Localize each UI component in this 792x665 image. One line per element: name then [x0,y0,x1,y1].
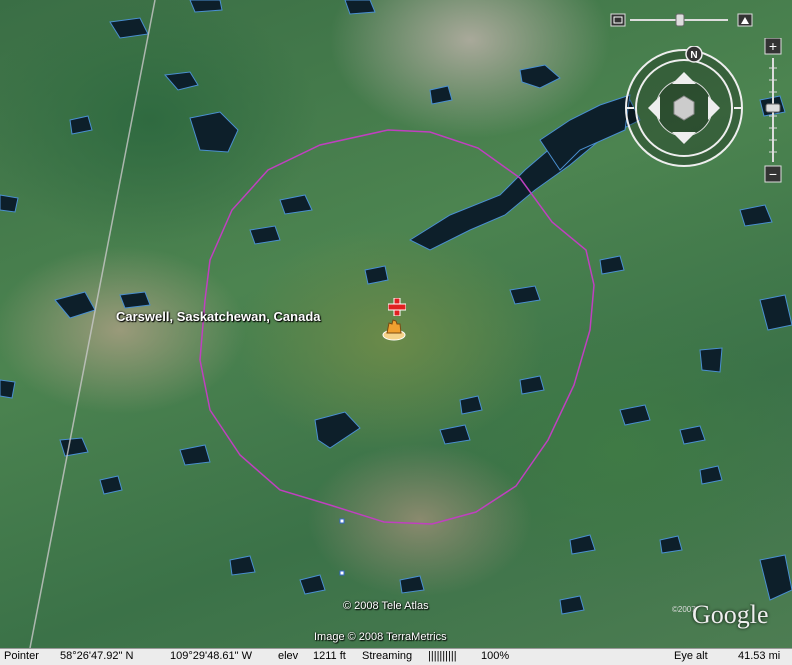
eye-alt-readout: 41.53 mi [738,650,781,662]
status-bar: Pointer 58°26'47.92" N 109°29'48.61" W e… [0,648,792,665]
compass-icon[interactable]: N [622,46,746,170]
eye-alt-label: Eye alt [674,650,708,662]
elevation-readout: 1211 ft [313,650,346,662]
copyright-image: Image © 2008 TerraMetrics [314,631,447,643]
map-viewport[interactable]: Carswell, Saskatchewan, Canada © 2008 Te… [0,0,792,648]
streaming-bars: |||||||||| [428,650,457,662]
latitude-readout: 58°26'47.92" N [60,650,134,662]
placemark-hand-icon[interactable] [381,315,407,341]
zoom-slider[interactable]: + − [762,38,784,184]
look-tilt-bar[interactable] [610,12,756,28]
tilt-slider-thumb[interactable] [675,13,685,27]
center-cross-icon [388,298,406,316]
marker-square [339,570,345,576]
longitude-readout: 109°29'48.61" W [170,650,252,662]
place-label[interactable]: Carswell, Saskatchewan, Canada [116,309,320,324]
google-logo: Google [692,600,769,629]
marker-square [339,518,345,524]
svg-text:−: − [769,166,777,182]
elev-label: elev [278,650,299,662]
zoom-slider-thumb[interactable] [765,103,781,113]
streaming-percent: 100% [481,650,510,662]
pointer-label: Pointer [4,650,39,662]
streaming-label: Streaming [362,650,413,662]
road-line [29,0,156,648]
north-label: N [690,50,697,61]
look-icon[interactable] [610,13,626,27]
copyright-data: © 2008 Tele Atlas [343,600,429,612]
svg-text:+: + [769,38,777,54]
